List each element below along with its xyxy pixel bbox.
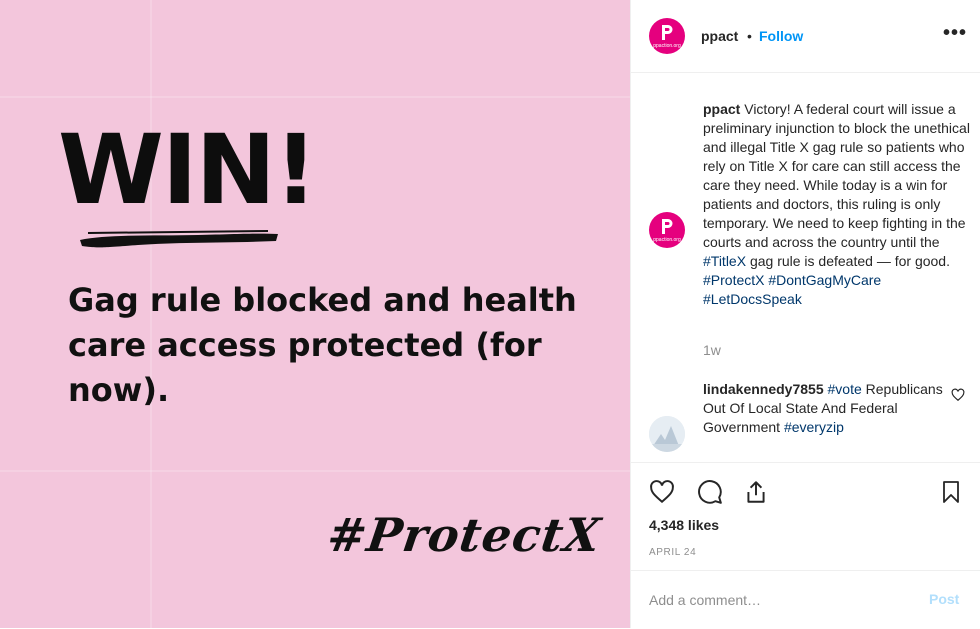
add-comment-bar: Post [631,570,980,629]
paper-crease [0,470,630,472]
post-hashtag-lettering: #ProtectX [324,508,605,562]
post-date[interactable]: APRIL 24 [649,547,696,558]
bookmark-save-icon[interactable] [939,479,963,505]
hashtag-link[interactable]: #ProtectX [703,272,764,288]
like-count[interactable]: 4,348 likes [649,517,719,533]
comment: lindakennedy7855 #vote Republicans Out O… [703,380,943,437]
avatar-caption: ppaction.org [653,237,681,243]
hashtag-link[interactable]: #DontGagMyCare [768,272,881,288]
post-header: ppaction.org ppact • Follow ••• [631,0,980,73]
post-comment-button[interactable]: Post [929,591,959,607]
post-caption: ppact Victory! A federal court will issu… [703,100,971,309]
post-image[interactable]: WIN! Gag rule blocked and health care ac… [0,0,630,628]
post-subhead: Gag rule blocked and health care access … [68,281,577,409]
paper-crease [0,96,630,98]
caption-text: gag rule is defeated — for good. [746,253,950,269]
comment-like-heart-icon[interactable] [951,388,965,402]
hashtag-link[interactable]: #TitleX [703,253,746,269]
caption-username[interactable]: ppact [703,101,740,117]
commenter-avatar[interactable] [649,416,685,452]
caption-timestamp[interactable]: 1w [703,342,721,358]
share-upload-icon[interactable] [743,479,769,505]
caption-avatar[interactable]: ppaction.org [649,212,685,248]
like-heart-icon[interactable] [649,479,675,505]
follow-button[interactable]: Follow [759,28,803,44]
action-bar: 4,348 likes APRIL 24 [631,462,980,571]
comment-username[interactable]: lindakennedy7855 [703,381,824,397]
more-options-icon[interactable]: ••• [943,22,967,45]
pp-logo-icon [662,219,673,234]
landscape-photo-icon [649,416,685,452]
pp-logo-icon [662,25,673,40]
hashtag-link[interactable]: #everyzip [784,419,844,435]
hashtag-link[interactable]: #LetDocsSpeak [703,291,802,307]
hashtag-link[interactable]: #vote [828,381,862,397]
profile-avatar[interactable]: ppaction.org [649,18,685,54]
brush-stroke [80,230,278,248]
comment-input[interactable] [649,589,909,611]
post-headline: WIN! [58,114,318,226]
post-sidebar: ppaction.org ppact • Follow ••• ppaction… [630,0,980,628]
header-username[interactable]: ppact [701,28,738,44]
separator-dot: • [747,28,752,44]
avatar-caption: ppaction.org [653,43,681,49]
caption-text: Victory! A federal court will issue a pr… [703,101,970,250]
comment-bubble-icon[interactable] [697,479,723,505]
